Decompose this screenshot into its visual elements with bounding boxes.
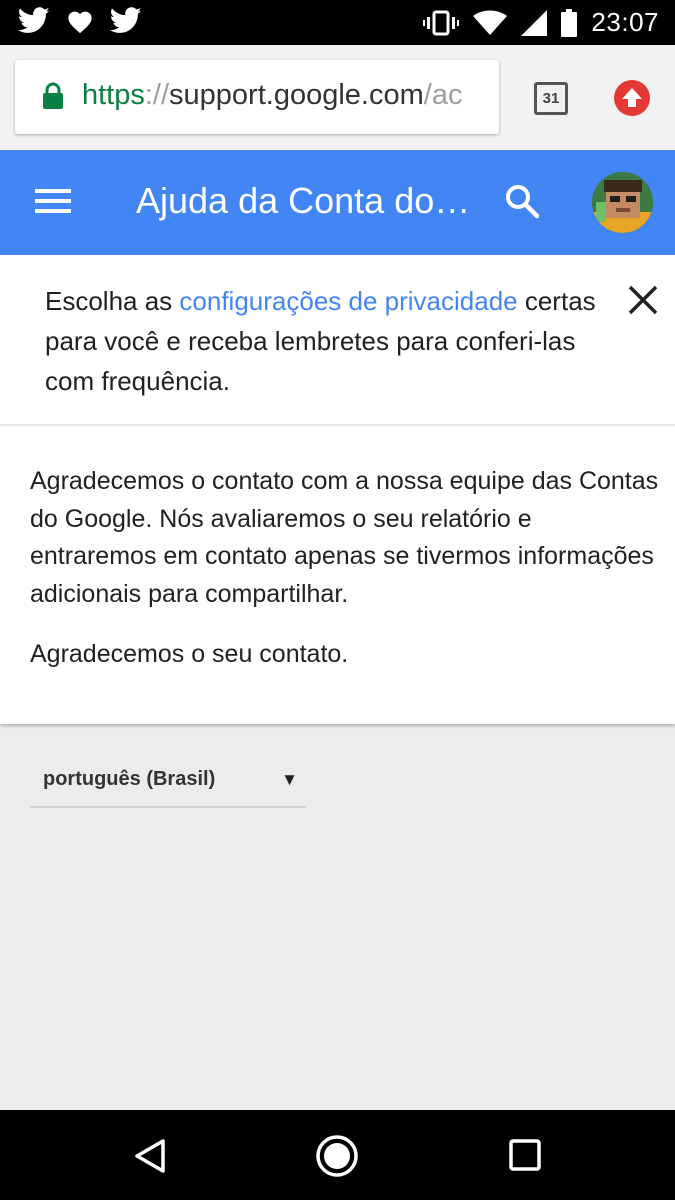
- url-separator: ://: [144, 79, 170, 111]
- wifi-icon: [473, 10, 508, 35]
- privacy-banner: Escolha as configurações de privacidade …: [0, 255, 675, 425]
- status-bar: 23:07: [0, 0, 675, 45]
- battery-icon: [561, 8, 578, 37]
- url-host: support.google.com: [169, 79, 424, 111]
- search-icon[interactable]: [505, 184, 541, 220]
- thank-you-short: Agradecemos o seu contato.: [30, 640, 349, 668]
- notification-icons: [18, 7, 142, 34]
- url-text: https://support.google.com/ac: [82, 79, 462, 112]
- recent-apps-icon[interactable]: [509, 1139, 541, 1171]
- banner-message: Escolha as configurações de privacidade …: [45, 286, 596, 396]
- browser-toolbar: https://support.google.com/ac 31: [0, 45, 675, 150]
- language-selector[interactable]: português (Brasil) ▼: [30, 758, 306, 808]
- dropdown-arrow-icon: ▼: [281, 770, 298, 789]
- signal-icon: [521, 9, 548, 36]
- url-path: /ac: [423, 79, 463, 111]
- avatar[interactable]: [592, 172, 653, 233]
- thank-you-message: Agradecemos o contato com a nossa equipe…: [30, 467, 659, 608]
- vibrate-icon: [423, 10, 460, 35]
- tab-switcher-button[interactable]: 31: [534, 82, 568, 115]
- menu-button[interactable]: [35, 189, 71, 217]
- arrow-up-icon: [622, 88, 642, 107]
- twitter-icon: [18, 7, 50, 33]
- back-icon[interactable]: [133, 1138, 167, 1174]
- address-bar[interactable]: https://support.google.com/ac: [15, 60, 499, 134]
- profile-picture-icon: [592, 172, 653, 233]
- confirmation-card: Agradecemos o contato com a nossa equipe…: [0, 426, 675, 724]
- url-scheme: https: [82, 79, 145, 111]
- hamburger-icon: [35, 189, 71, 193]
- clock: 23:07: [591, 7, 659, 37]
- privacy-settings-link[interactable]: configurações de privacidade: [179, 286, 517, 316]
- lock-icon: [43, 82, 63, 109]
- system-nav-bar: [0, 1110, 675, 1200]
- heart-icon: [68, 11, 92, 33]
- twitter-icon: [110, 7, 142, 33]
- app-bar: Ajuda da Conta do…: [0, 150, 675, 255]
- home-icon[interactable]: [315, 1134, 359, 1178]
- page-title: Ajuda da Conta do…: [136, 180, 471, 221]
- system-icons: 23:07: [423, 0, 659, 45]
- close-icon[interactable]: [626, 283, 660, 317]
- chrome-update-button[interactable]: [614, 80, 650, 116]
- language-selected: português (Brasil): [43, 768, 216, 790]
